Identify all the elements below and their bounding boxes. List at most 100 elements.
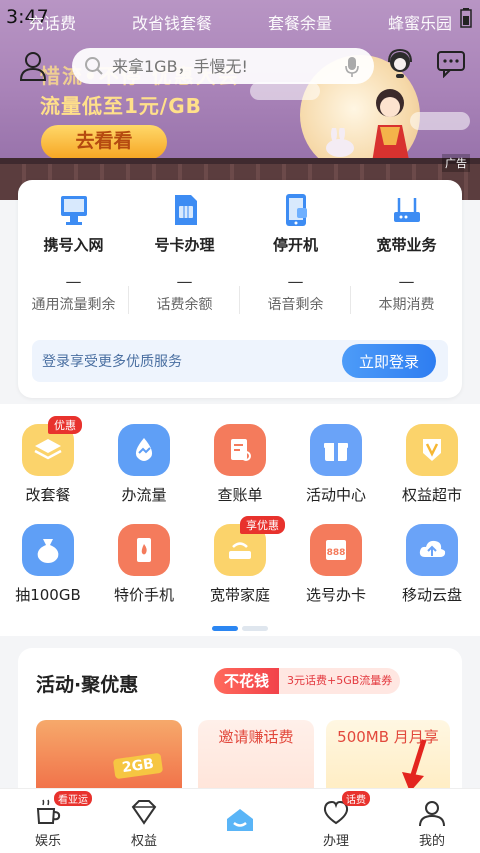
balance-spend[interactable]: — 本期消费: [351, 272, 462, 314]
search-input[interactable]: [112, 56, 332, 76]
nav-label: 办理: [322, 834, 349, 849]
service-rights-market[interactable]: 权益超市: [384, 418, 480, 518]
service-label: 改套餐: [25, 486, 71, 504]
rabbit-illustration: [326, 128, 354, 157]
balance-data[interactable]: — 通用流量剩余: [18, 272, 129, 314]
quick-action-label: 携号入网: [43, 236, 104, 254]
service-label: 抽100GB: [15, 586, 81, 604]
activity-section: 活动·聚优惠 不花钱 3元话费+5GB流量券 2GB 邀请赚话费 500MB 月…: [18, 648, 462, 808]
banner-go-button[interactable]: 去看看: [41, 125, 167, 159]
balance-voice[interactable]: — 语音剩余: [240, 272, 351, 314]
balance-label: 话费余额: [156, 297, 213, 313]
nav-entertainment[interactable]: 看亚运 娱乐: [0, 789, 96, 853]
quick-actions: 携号入网 号卡办理 停开机 宽带业务: [18, 192, 462, 255]
drop-icon: [118, 424, 170, 476]
quick-action-label: 号卡办理: [154, 236, 215, 254]
sim-card-icon: [174, 195, 197, 225]
service-label: 查账单: [217, 486, 263, 504]
nav-label: 权益: [130, 834, 157, 849]
service-label: 活动中心: [305, 486, 366, 504]
page-dot: [242, 626, 268, 631]
tab-recharge[interactable]: 充话费: [28, 10, 76, 34]
service-label: 特价手机: [113, 586, 174, 604]
service-cloud-drive[interactable]: 移动云盘: [384, 518, 480, 618]
router-icon: [393, 198, 420, 222]
service-change-plan[interactable]: 优惠 改套餐: [0, 416, 96, 518]
service-label: 移动云盘: [401, 586, 462, 604]
login-button[interactable]: 立即登录: [342, 344, 436, 378]
message-icon[interactable]: [436, 50, 466, 78]
balance-label: 本期消费: [378, 297, 435, 313]
activity-chip[interactable]: 不花钱 3元话费+5GB流量券: [214, 668, 401, 694]
balance-value: —: [398, 272, 415, 291]
nav-handle[interactable]: 话费 办理: [288, 789, 384, 853]
promo-invite-label: 邀请赚话费: [218, 728, 294, 746]
quick-action-label: 停开机: [272, 236, 318, 254]
svg-text:888: 888: [327, 548, 346, 558]
gift-icon: [310, 424, 362, 476]
banner-subtitle: 流量低至1元/GB: [40, 94, 202, 118]
nav-home[interactable]: [192, 789, 288, 853]
service-grid-section: 优惠 改套餐 办流量 查账单 活动中心 权益超市 抽100GB 特价手机 享优惠…: [0, 404, 480, 636]
diamond-icon: [131, 800, 157, 825]
balance-value: —: [65, 272, 82, 291]
microphone-icon[interactable]: [344, 56, 360, 78]
promo-2gb-label: 2GB: [112, 752, 164, 780]
red-arrow-annotation: [402, 739, 427, 792]
top-tabs: 充话费 改省钱套餐 套餐余量 蜂蜜乐园: [0, 10, 480, 34]
quick-action-suspend[interactable]: 停开机: [240, 192, 351, 255]
bottom-nav: 看亚运 娱乐 权益 话费 办理 我的: [0, 788, 480, 853]
page-dot-active: [212, 626, 238, 631]
nav-rights[interactable]: 权益: [96, 789, 192, 853]
nav-label: 我的: [418, 834, 445, 849]
balance-row: — 通用流量剩余 — 话费余额 — 语音剩余 — 本期消费: [18, 272, 462, 314]
service-choose-number[interactable]: 888 选号办卡: [288, 518, 384, 618]
tab-save-plan[interactable]: 改省钱套餐: [132, 10, 212, 34]
activity-chip-sub: 3元话费+5GB流量券: [279, 668, 401, 694]
activity-title: 活动·聚优惠: [36, 674, 139, 696]
service-activity-center[interactable]: 活动中心: [288, 418, 384, 518]
phone-icon: [285, 194, 307, 226]
account-card: 携号入网 号卡办理 停开机 宽带业务 — 通用流量剩余 — 话费余额 — 语音剩余 —…: [18, 180, 462, 398]
login-prompt: 登录享受更多优质服务 立即登录: [32, 340, 448, 382]
hot-phone-icon: [118, 524, 170, 576]
nav-mine[interactable]: 我的: [384, 789, 480, 853]
user-avatar-icon[interactable]: [18, 50, 48, 82]
service-phone-deals[interactable]: 特价手机: [96, 518, 192, 618]
tab-honey-park[interactable]: 蜂蜜乐园: [388, 10, 452, 34]
login-prompt-text: 登录享受更多优质服务: [42, 354, 182, 370]
tab-plan-balance[interactable]: 套餐余量: [268, 10, 332, 34]
quick-action-port-in[interactable]: 携号入网: [18, 192, 129, 255]
customer-service-icon[interactable]: [386, 48, 414, 80]
nav-tag: 看亚运: [54, 791, 92, 806]
balance-fee[interactable]: — 话费余额: [129, 272, 240, 314]
service-grid: 优惠 改套餐 办流量 查账单 活动中心 权益超市 抽100GB 特价手机 享优惠…: [0, 416, 480, 618]
quick-action-broadband[interactable]: 宽带业务: [351, 192, 462, 255]
service-label: 权益超市: [401, 486, 462, 504]
page-indicator: [212, 626, 268, 631]
service-draw-100gb[interactable]: 抽100GB: [0, 518, 96, 618]
home-icon: [227, 809, 253, 831]
service-label: 选号办卡: [305, 586, 366, 604]
service-label: 宽带家庭: [209, 586, 270, 604]
ad-tag: 广告: [442, 154, 470, 172]
bill-search-icon: [214, 424, 266, 476]
number-card-icon: 888: [310, 524, 362, 576]
v-badge-icon: [406, 424, 458, 476]
search-bar[interactable]: [72, 48, 374, 84]
computer-icon: [60, 196, 87, 225]
nav-tag: 话费: [342, 791, 370, 806]
balance-value: —: [176, 272, 193, 291]
bag-icon: [22, 524, 74, 576]
balance-value: —: [287, 272, 304, 291]
service-data[interactable]: 办流量: [96, 418, 192, 518]
service-bill[interactable]: 查账单: [192, 418, 288, 518]
balance-label: 通用流量剩余: [31, 297, 116, 313]
search-row: [0, 44, 480, 88]
quick-action-sim[interactable]: 号卡办理: [129, 192, 240, 255]
quick-action-label: 宽带业务: [376, 236, 437, 254]
balance-label: 语音剩余: [267, 297, 324, 313]
cloud-upload-icon: [406, 524, 458, 576]
service-home-broadband[interactable]: 享优惠 宽带家庭: [192, 516, 288, 618]
badge-discount: 享优惠: [240, 516, 285, 534]
